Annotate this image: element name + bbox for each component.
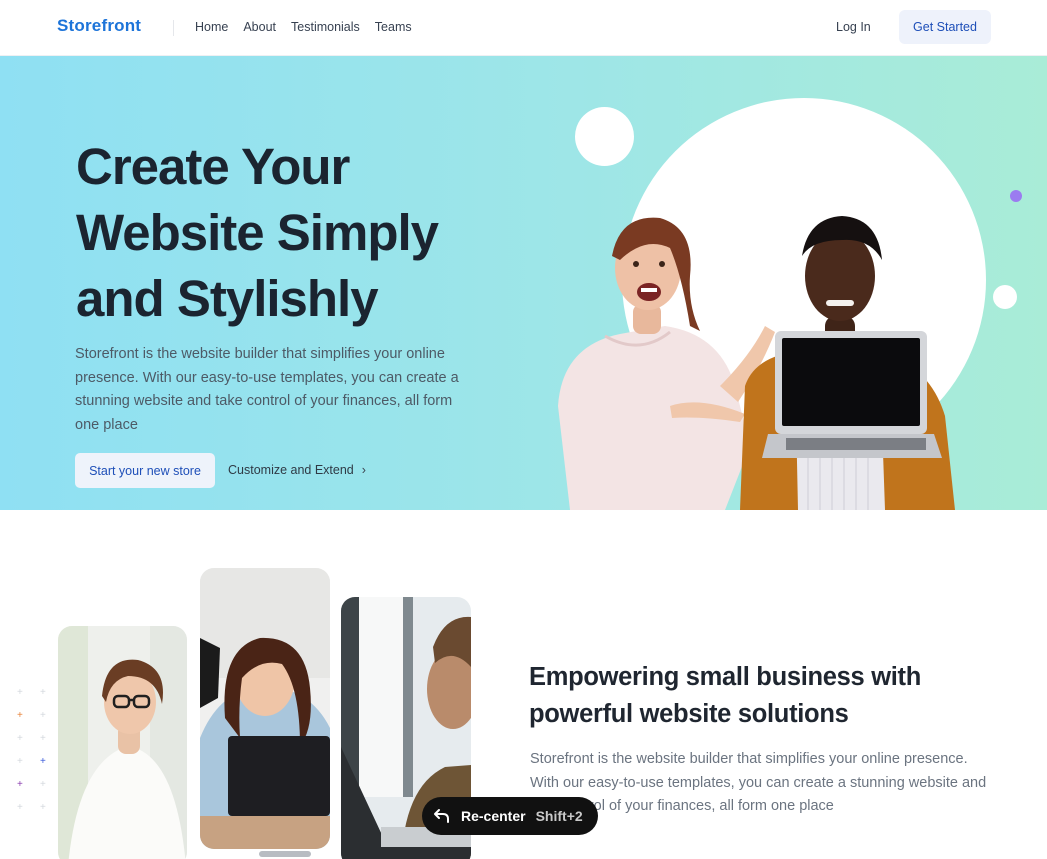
main-nav: Home About Testimonials Teams bbox=[195, 20, 412, 34]
hero-people-image bbox=[558, 216, 955, 510]
section-description: Storefront is the website builder that s… bbox=[530, 751, 987, 814]
decor-plus-icon: + bbox=[40, 710, 46, 721]
decor-plus-icon: + bbox=[40, 687, 46, 698]
decor-plus-icon: + bbox=[17, 733, 23, 744]
get-started-button[interactable]: Get Started bbox=[899, 10, 991, 44]
nav-item-home[interactable]: Home bbox=[195, 20, 228, 34]
decor-plus-icon: + bbox=[40, 802, 46, 813]
undo-arrow-icon bbox=[434, 809, 449, 823]
man-figure bbox=[740, 216, 955, 510]
decor-circle-tiny bbox=[993, 285, 1017, 309]
customize-extend-link[interactable]: Customize and Extend › bbox=[228, 463, 366, 477]
nav-item-about[interactable]: About bbox=[243, 20, 276, 34]
login-link[interactable]: Log In bbox=[836, 20, 871, 34]
decor-plus-icon: + bbox=[40, 756, 46, 767]
hero-section: Create Your Website Simply and Stylishly… bbox=[0, 56, 1047, 510]
decor-plus-icon: + bbox=[17, 802, 23, 813]
hero-description: Storefront is the website builder that s… bbox=[75, 346, 459, 433]
hero-title-line-3: and Stylishly bbox=[76, 270, 379, 327]
decor-plus-icon: + bbox=[17, 687, 23, 698]
recenter-label: Re-center bbox=[461, 808, 526, 824]
customize-extend-label: Customize and Extend bbox=[228, 463, 354, 477]
storefront-logo[interactable]: Storefront bbox=[57, 16, 141, 36]
decor-plus-icon: + bbox=[17, 710, 23, 721]
section-title: Empowering small business with powerful … bbox=[529, 663, 922, 728]
photo-woman-glasses bbox=[58, 626, 187, 859]
chevron-right-icon: › bbox=[361, 463, 366, 477]
decor-plus-icon: + bbox=[40, 779, 46, 790]
hero-title-line-2: Website Simply bbox=[76, 204, 439, 261]
top-nav-bar: Storefront Home About Testimonials Teams… bbox=[0, 0, 1047, 56]
nav-item-testimonials[interactable]: Testimonials bbox=[291, 20, 360, 34]
hero-title: Create Your Website Simply and Stylishly bbox=[76, 134, 536, 332]
carousel-scroll-indicator[interactable] bbox=[259, 851, 311, 857]
photo-woman-laptop bbox=[200, 568, 330, 849]
nav-item-teams[interactable]: Teams bbox=[375, 20, 412, 34]
recenter-shortcut: Shift+2 bbox=[535, 808, 583, 824]
hero-title-line-1: Create Your bbox=[76, 138, 350, 195]
nav-divider bbox=[173, 20, 174, 36]
decor-plus-icon: + bbox=[40, 733, 46, 744]
start-store-button[interactable]: Start your new store bbox=[75, 453, 215, 488]
decor-purple-dot bbox=[1010, 190, 1022, 202]
recenter-button[interactable]: Re-center Shift+2 bbox=[422, 797, 598, 835]
decor-plus-icon: + bbox=[17, 779, 23, 790]
decor-plus-icon: + bbox=[17, 756, 23, 767]
